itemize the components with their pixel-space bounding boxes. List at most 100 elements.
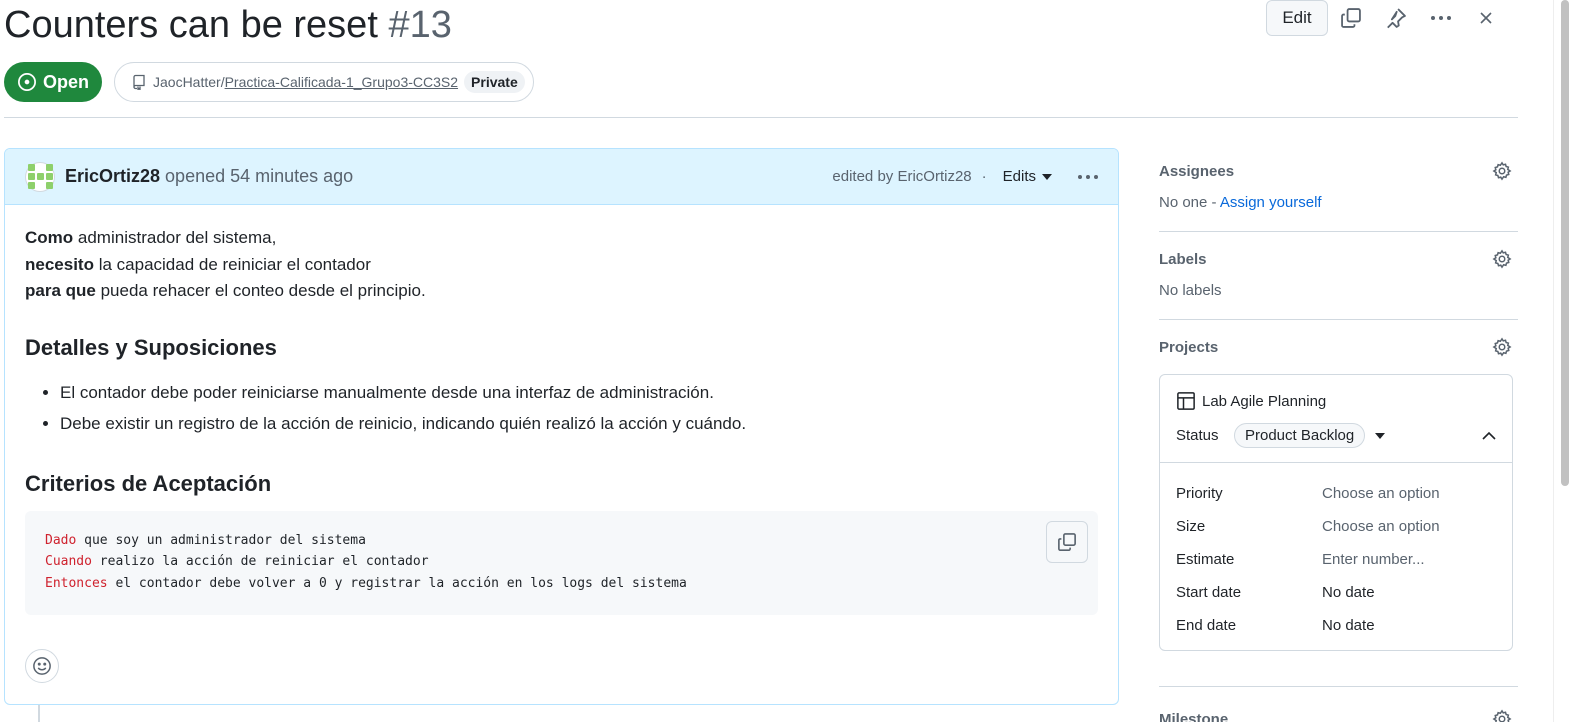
copy-link-button[interactable] (1328, 0, 1373, 36)
field-label: Estimate (1176, 551, 1235, 568)
section-heading-criteria: Criterios de Aceptación (25, 470, 272, 496)
kebab-icon (1078, 174, 1098, 179)
code-text: realizo la acción de reiniciar el contad… (91, 554, 429, 569)
copy-icon (1058, 532, 1076, 551)
repo-pill[interactable]: JaocHatter/Practica-Calificada-1_Grupo3-… (114, 62, 534, 102)
issue-meta-row: Open JaocHatter/Practica-Calificada-1_Gr… (4, 62, 534, 102)
scrollbar-thumb[interactable] (1561, 0, 1569, 486)
add-reaction-button[interactable] (25, 649, 59, 683)
issue-state-badge: Open (4, 62, 102, 102)
table-icon (1177, 392, 1195, 410)
repo-owner[interactable]: JaocHatter/ (153, 74, 225, 90)
field-value[interactable]: Choose an option (1322, 518, 1440, 535)
code-keyword: Entonces (45, 575, 108, 591)
milestone-section: Milestone (1159, 686, 1518, 722)
code-keyword: Cuando (45, 554, 92, 569)
project-name: Lab Agile Planning (1202, 392, 1327, 410)
repo-name-link[interactable]: Practica-Calificada-1_Grupo3-CC3S2 (225, 74, 458, 90)
triangle-down-icon[interactable] (1375, 432, 1386, 439)
timeline-line (38, 705, 40, 722)
gear-icon[interactable] (1492, 337, 1512, 357)
code-block: Dado que soy un administrador del sistem… (25, 510, 1098, 615)
assignees-value: No one - Assign yourself (1159, 194, 1518, 231)
comment-menu-button[interactable] (1070, 174, 1106, 180)
kebab-icon (1430, 16, 1451, 20)
assignees-section: Assignees No one - Assign yourself (1159, 148, 1518, 232)
repo-icon (133, 74, 145, 90)
field-row-estimate[interactable]: Estimate Enter number... (1176, 543, 1496, 576)
code-line: Entonces el contador debe volver a 0 y r… (45, 573, 1078, 595)
assign-yourself-link[interactable]: Assign yourself (1220, 194, 1322, 211)
assignees-title: Assignees (1159, 162, 1235, 180)
code-text: el contador debe volver a 0 y registrar … (107, 575, 687, 591)
projects-title: Projects (1159, 338, 1219, 356)
gear-icon[interactable] (1492, 709, 1512, 722)
project-status-row: Status Product Backlog (1176, 423, 1496, 448)
gear-icon[interactable] (1492, 161, 1512, 181)
chevron-up-icon[interactable] (1482, 431, 1496, 440)
separator-dot: · (981, 168, 987, 185)
field-value[interactable]: Choose an option (1322, 485, 1440, 502)
edits-label: Edits (1002, 168, 1036, 185)
page-scrollbar[interactable] (1553, 0, 1573, 722)
issue-title-row: Counters can be reset #13 (4, 0, 452, 50)
copy-code-button[interactable] (1046, 520, 1088, 563)
status-value-dropdown[interactable]: Product Backlog (1234, 423, 1366, 448)
story-line: necesito la capacidad de reiniciar el co… (25, 252, 1098, 279)
project-card: Lab Agile Planning Status Product Backlo… (1159, 374, 1513, 651)
list-item: El contador debe poder reiniciarse manua… (60, 377, 1098, 408)
assignees-none: No one - (1159, 194, 1220, 211)
edits-dropdown[interactable]: Edits (1003, 168, 1052, 185)
section-heading-details: Detalles y Suposiciones (25, 334, 277, 360)
visibility-label: Private (464, 71, 525, 93)
issue-sidebar: Assignees No one - Assign yourself Label… (1159, 148, 1518, 651)
field-value[interactable]: No date (1322, 584, 1375, 601)
field-value[interactable]: No date (1322, 617, 1375, 634)
edit-button[interactable]: Edit (1266, 0, 1328, 36)
field-value[interactable]: Enter number... (1322, 551, 1425, 568)
status-label: Status (1176, 427, 1219, 444)
pin-button[interactable] (1373, 0, 1418, 36)
story-line: Como administrador del sistema, (25, 225, 1098, 252)
avatar[interactable] (25, 161, 55, 192)
story-text: la capacidad de reiniciar el contador (93, 254, 371, 274)
field-row-priority[interactable]: Priority Choose an option (1176, 477, 1496, 510)
field-label: Start date (1176, 584, 1242, 601)
labels-value: No labels (1159, 282, 1222, 299)
comment-author-link[interactable]: EricOrtiz28 (65, 166, 160, 187)
comment-opened-time[interactable]: opened 54 minutes ago (165, 166, 353, 187)
issue-state-label: Open (42, 71, 89, 92)
triangle-down-icon (1042, 173, 1052, 180)
comment-header-right: edited by EricOrtiz28 · Edits (832, 168, 1106, 185)
story-keyword: para que (25, 281, 96, 300)
code-keyword: Dado (45, 532, 77, 548)
projects-section: Projects Lab Agile Planning Status Produ… (1159, 320, 1518, 651)
labels-section: Labels No labels (1159, 232, 1518, 320)
field-row-start-date[interactable]: Start date No date (1176, 576, 1496, 609)
issue-open-icon (17, 73, 36, 91)
more-actions-button[interactable] (1418, 0, 1463, 36)
project-fields: Priority Choose an option Size Choose an o… (1160, 463, 1512, 650)
list-item: Debe existir un registro de la acción de… (60, 408, 1098, 439)
header-divider (4, 117, 1518, 118)
milestone-title: Milestone (1159, 711, 1229, 722)
comment-body: Como administrador del sistema, necesito… (5, 205, 1118, 635)
issue-title-text: Counters can be reset (4, 4, 378, 46)
issue-body-comment: EricOrtiz28 opened 54 minutes ago edited… (4, 148, 1119, 705)
story-text: pueda rehacer el conteo desde el princip… (95, 281, 426, 300)
field-label: End date (1176, 617, 1237, 634)
field-label: Priority (1176, 485, 1223, 502)
close-icon (1479, 12, 1492, 24)
gear-icon[interactable] (1492, 249, 1512, 269)
issue-number: #13 (388, 4, 452, 46)
field-row-size[interactable]: Size Choose an option (1176, 510, 1496, 543)
pin-icon (1386, 8, 1406, 29)
details-list: El contador debe poder reiniciarse manua… (25, 377, 1098, 439)
story-keyword: Como (25, 228, 74, 247)
close-button[interactable] (1463, 0, 1508, 36)
project-name-link[interactable]: Lab Agile Planning (1176, 391, 1496, 411)
code-text: que soy un administrador del sistema (76, 532, 366, 548)
field-row-end-date[interactable]: End date No date (1176, 609, 1496, 642)
labels-title: Labels (1159, 250, 1207, 268)
story-keyword: necesito (25, 254, 94, 274)
